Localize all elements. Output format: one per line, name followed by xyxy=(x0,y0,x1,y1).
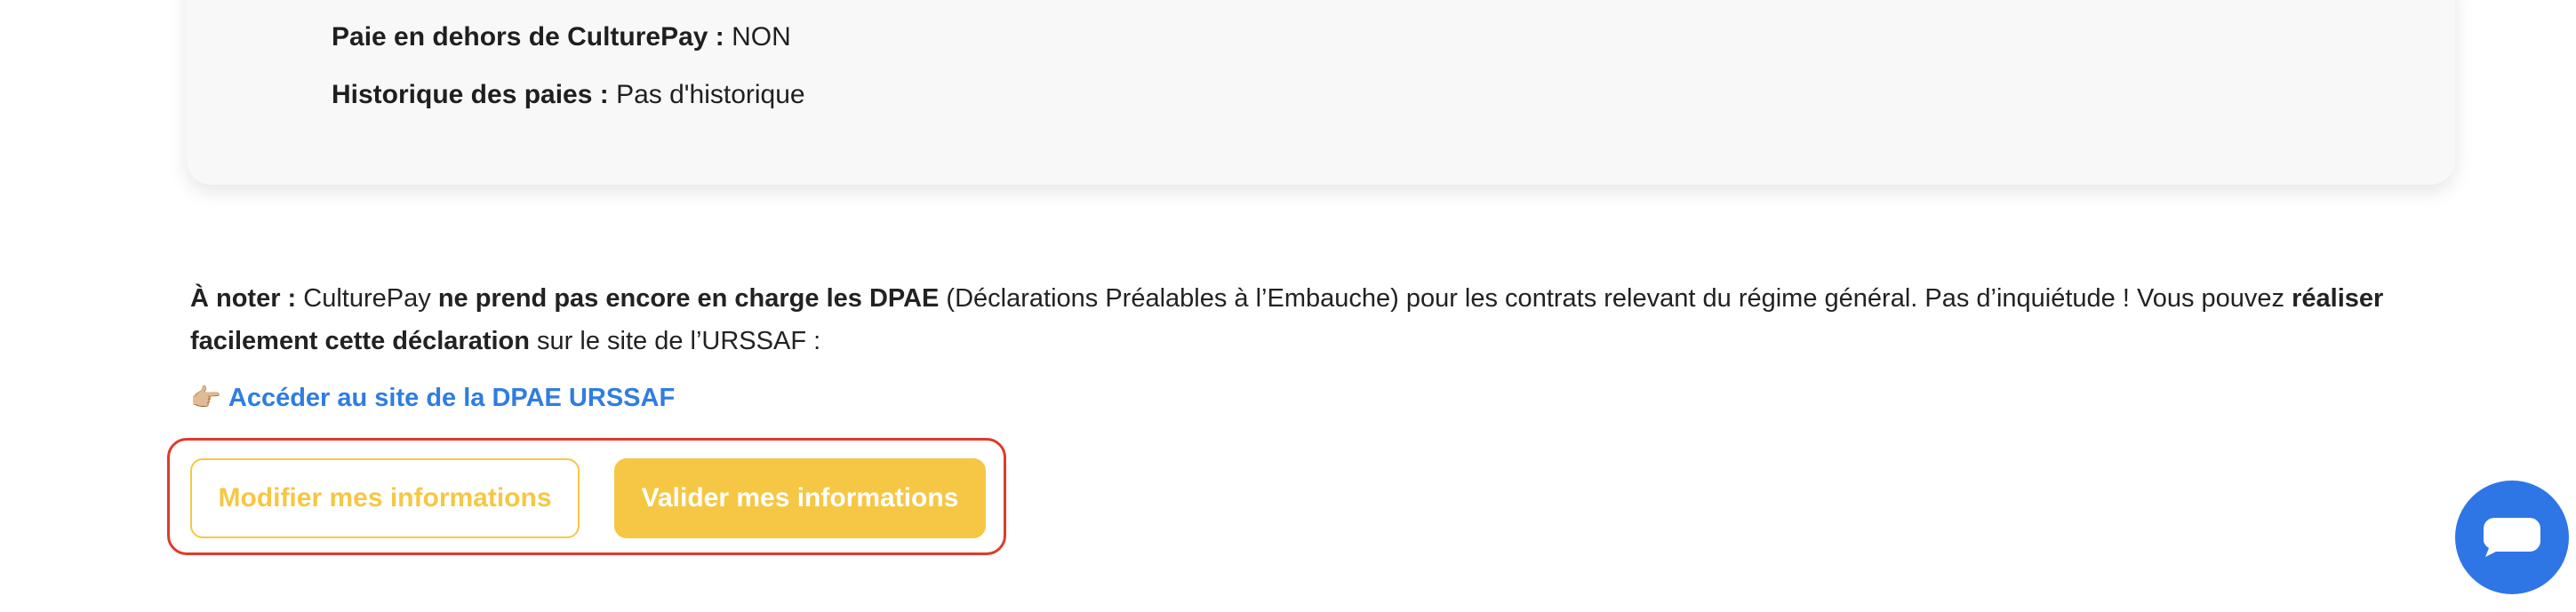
note-text: sur le site de l’URSSAF : xyxy=(537,327,821,355)
note-bold: ne prend pas encore en charge les DPAE xyxy=(437,284,940,313)
info-label: Historique des paies : xyxy=(332,80,609,109)
note-text: CulturePay xyxy=(303,284,431,313)
modify-info-button[interactable]: Modifier mes informations xyxy=(190,458,580,538)
dpae-urssaf-link[interactable]: 👉🏼 Accéder au site de la DPAE URSSAF xyxy=(190,380,675,416)
info-value: Pas d'historique xyxy=(616,80,805,109)
note-text: (Déclarations Préalables à l’Embauche) p… xyxy=(946,284,2285,313)
dpae-link-label: Accéder au site de la DPAE URSSAF xyxy=(228,384,676,412)
note-prefix: À noter : xyxy=(190,284,297,313)
pointing-hand-icon: 👉🏼 xyxy=(190,384,221,411)
info-row-historique-paies: Historique des paies : Pas d'historique xyxy=(332,77,805,113)
dpae-notice: À noter : CulturePay ne prend pas encore… xyxy=(190,277,2466,362)
chat-bubble-icon xyxy=(2484,518,2540,557)
validate-info-button[interactable]: Valider mes informations xyxy=(614,458,986,538)
info-value: NON xyxy=(732,22,791,52)
info-row-paie-hors-culturepay: Paie en dehors de CulturePay : NON xyxy=(332,20,791,55)
chat-widget-button[interactable] xyxy=(2455,481,2569,594)
info-label: Paie en dehors de CulturePay : xyxy=(332,22,724,52)
